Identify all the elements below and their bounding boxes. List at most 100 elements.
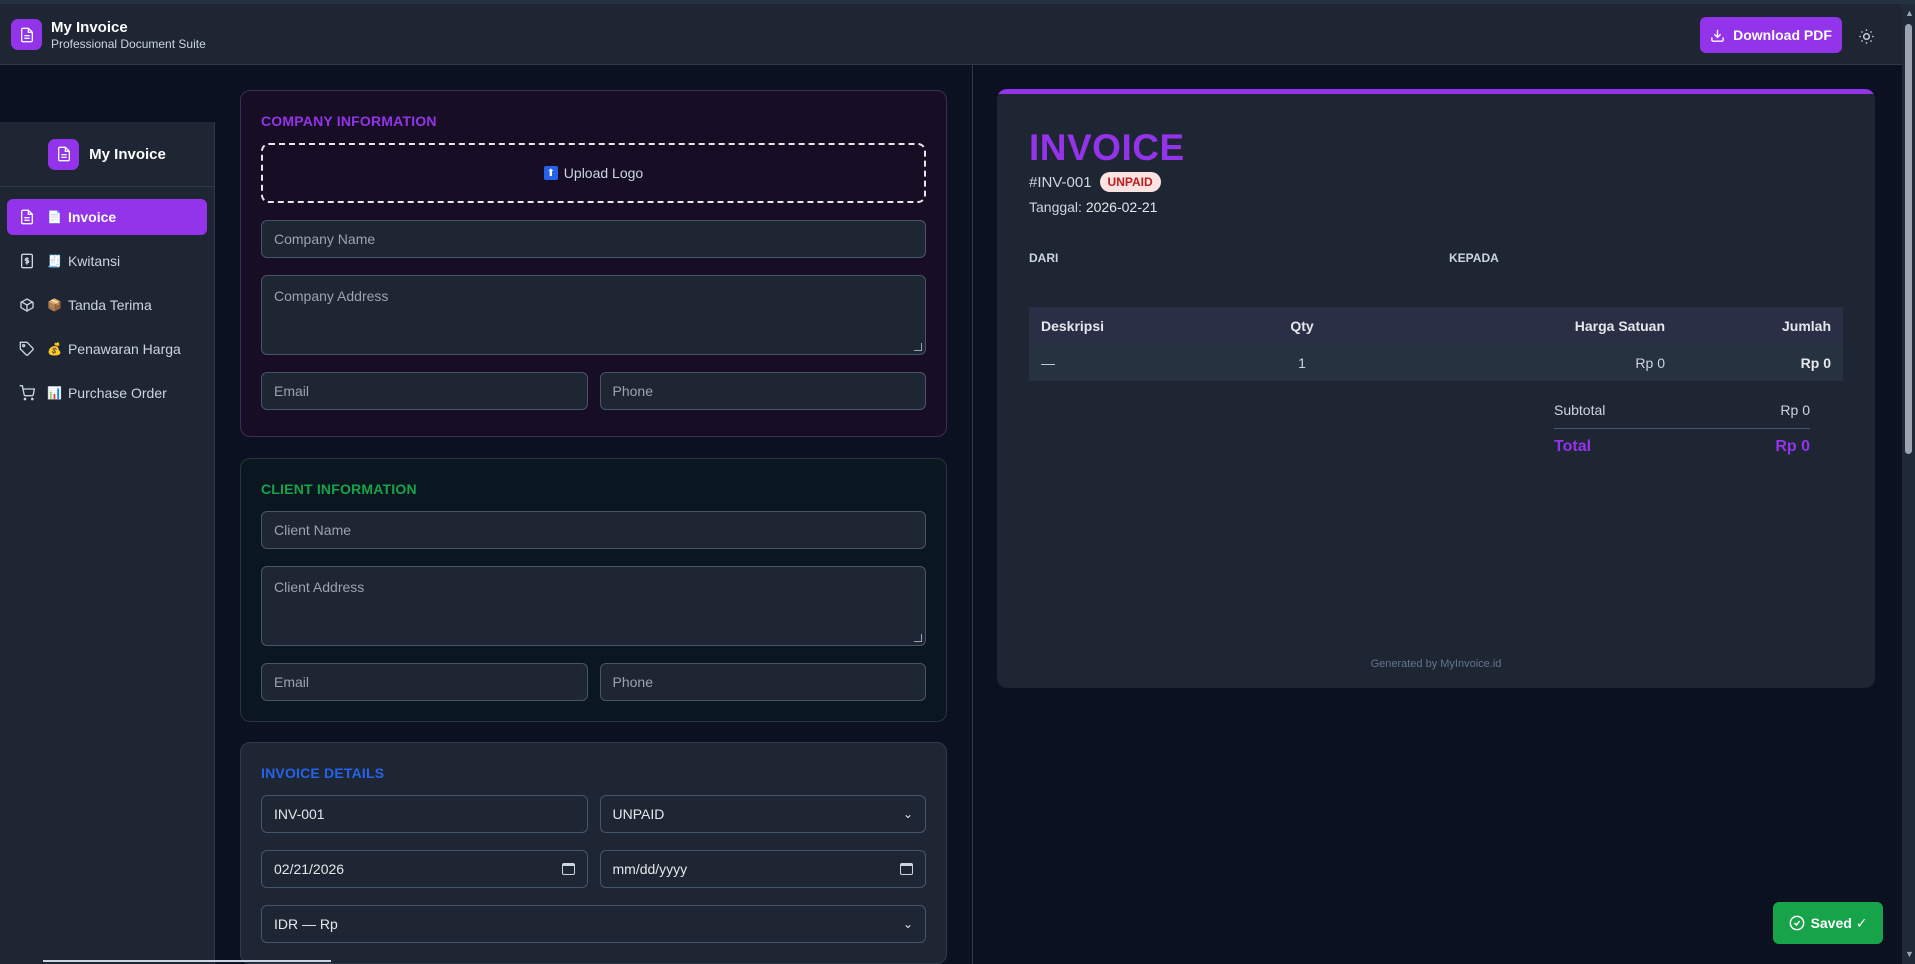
sidebar-item-label: Kwitansi	[67, 253, 121, 269]
app-subtitle: Professional Document Suite	[51, 37, 206, 51]
status-badge: UNPAID	[1099, 172, 1161, 192]
table-cell: Rp 0	[1635, 354, 1665, 371]
subtotal-row: Subtotal Rp 0	[1554, 402, 1810, 429]
chevron-down-icon: ⌄	[902, 917, 913, 931]
file-text-icon	[21, 209, 33, 225]
subtotal-value: Rp 0	[1780, 402, 1810, 418]
sidebar-item-tanda-terima[interactable]: 📦 Tanda Terima	[7, 287, 207, 323]
resize-handle-icon[interactable]	[914, 634, 922, 642]
client-phone-input[interactable]: Phone	[599, 663, 926, 701]
sidebar-item-label: Tanda Terima	[67, 297, 152, 313]
panel-divider	[972, 65, 973, 964]
table-header-cell: Deskripsi	[1041, 317, 1105, 334]
client-address-textarea[interactable]: Client Address	[261, 566, 926, 646]
currency-select[interactable]: IDR — Rp ⌄	[261, 905, 926, 943]
company-contact-row: Email Phone	[261, 372, 926, 427]
table-cell: 1	[1298, 354, 1306, 371]
download-pdf-label: Download PDF	[1733, 27, 1832, 43]
due-date-input[interactable]: mm/dd/yyyy	[599, 850, 926, 888]
scroll-down-arrow-icon[interactable]: ▼	[1905, 949, 1914, 959]
sidebar-item-kwitansi[interactable]: 🧾 Kwitansi	[7, 243, 207, 279]
client-email-input[interactable]: Email	[261, 663, 588, 701]
client-contact-row: Email Phone	[261, 663, 926, 718]
preview-number-row: #INV-001 UNPAID	[1029, 172, 1161, 192]
app-header: My Invoice Professional Document Suite D…	[0, 4, 1902, 65]
chevron-down-icon: ⌄	[902, 807, 913, 821]
preview-invoice-number: #INV-001	[1029, 173, 1092, 191]
sidebar-title: My Invoice	[89, 145, 166, 163]
invoice-date-input[interactable]: 02/21/2026	[261, 850, 588, 888]
status-select-value: UNPAID	[612, 806, 665, 822]
company-information-card: COMPANY INFORMATION ⬆ Upload Logo Compan…	[240, 90, 947, 437]
table-header-row: Deskripsi Qty Harga Satuan Jumlah	[1029, 307, 1843, 344]
receipt-dollar-icon	[21, 253, 33, 269]
client-information-card: CLIENT INFORMATION Client Name Client Ad…	[240, 458, 947, 722]
check-circle-icon	[1789, 915, 1804, 931]
money-bag-emoji-icon: 💰	[47, 342, 62, 356]
subtotal-label: Subtotal	[1554, 402, 1606, 418]
company-email-input[interactable]: Email	[261, 372, 588, 410]
saved-toast[interactable]: Saved ✓	[1773, 902, 1883, 944]
saved-toast-label: Saved ✓	[1810, 914, 1868, 931]
invoice-date-value: 02/21/2026	[274, 861, 345, 877]
sidebar-header: My Invoice	[0, 122, 214, 187]
document-icon	[57, 146, 70, 162]
total-label: Total	[1554, 438, 1592, 455]
scroll-up-arrow-icon[interactable]: ▲	[1905, 8, 1914, 18]
invoice-number-status-row: INV-001 UNPAID ⌄	[261, 795, 926, 850]
brand: My Invoice Professional Document Suite	[51, 19, 206, 52]
company-information-title: COMPANY INFORMATION	[261, 113, 437, 129]
client-information-title: CLIENT INFORMATION	[261, 481, 417, 497]
calendar-icon[interactable]	[900, 863, 913, 875]
chart-emoji-icon: 📊	[47, 386, 62, 400]
client-address-placeholder: Client Address	[274, 579, 365, 595]
preview-date-value: 2026-02-21	[1085, 199, 1158, 215]
to-label: KEPADA	[1449, 251, 1499, 265]
sidebar: My Invoice 📄 Invoice 🧾 Kwitansi 📦 Tanda …	[0, 122, 215, 964]
preview-footer: Generated by MyInvoice.id	[1370, 658, 1502, 670]
sidebar-item-label: Invoice	[67, 209, 117, 225]
company-address-placeholder: Company Address	[274, 288, 389, 304]
preview-title: INVOICE	[1029, 127, 1185, 168]
sun-icon	[1858, 28, 1874, 44]
package-icon	[20, 298, 34, 312]
preview-accent-bar	[997, 89, 1875, 94]
page-emoji-icon: 📄	[47, 210, 62, 224]
sidebar-item-label: Penawaran Harga	[67, 341, 181, 357]
calendar-icon[interactable]	[561, 863, 575, 875]
client-name-input[interactable]: Client Name	[261, 511, 926, 549]
company-address-textarea[interactable]: Company Address	[261, 275, 926, 355]
upload-logo-label: Upload Logo	[563, 165, 644, 181]
invoice-number-input[interactable]: INV-001	[261, 795, 588, 833]
items-table: Deskripsi Qty Harga Satuan Jumlah — 1 Rp…	[1029, 307, 1843, 381]
upload-icon: ⬆	[543, 166, 558, 180]
company-phone-input[interactable]: Phone	[599, 372, 926, 410]
total-value: Rp 0	[1775, 438, 1810, 455]
app-title: My Invoice	[51, 19, 128, 36]
company-name-input[interactable]: Company Name	[261, 220, 926, 258]
table-header-cell: Qty	[1290, 317, 1314, 334]
page-scrollbar[interactable]: ▲ ▼	[1902, 4, 1915, 964]
sidebar-item-purchase-order[interactable]: 📊 Purchase Order	[7, 375, 207, 411]
package-emoji-icon: 📦	[47, 298, 62, 312]
sidebar-item-invoice[interactable]: 📄 Invoice	[7, 199, 207, 235]
horizontal-scroll-indicator	[43, 960, 331, 962]
download-pdf-button[interactable]: Download PDF	[1700, 17, 1842, 53]
app-logo	[11, 19, 42, 50]
preview-date: Tanggal: 2026-02-21	[1029, 199, 1157, 215]
due-date-placeholder: mm/dd/yyyy	[612, 861, 688, 877]
sidebar-nav: 📄 Invoice 🧾 Kwitansi 📦 Tanda Terima 💰 Pe…	[0, 187, 214, 431]
upload-logo-button[interactable]: ⬆ Upload Logo	[261, 143, 926, 203]
table-header-cell: Jumlah	[1781, 317, 1831, 334]
status-select[interactable]: UNPAID ⌄	[599, 795, 926, 833]
invoice-details-card: INVOICE DETAILS INV-001 UNPAID ⌄ 02/21/2…	[240, 742, 947, 964]
sidebar-item-label: Purchase Order	[67, 385, 167, 401]
table-header-cell: Harga Satuan	[1574, 317, 1665, 334]
shopping-cart-icon	[19, 385, 35, 401]
resize-handle-icon[interactable]	[914, 343, 922, 351]
document-icon	[20, 27, 33, 42]
scroll-thumb[interactable]	[1905, 24, 1912, 454]
sidebar-item-penawaran-harga[interactable]: 💰 Penawaran Harga	[7, 331, 207, 367]
theme-toggle-button[interactable]	[1855, 25, 1877, 47]
from-label: DARI	[1029, 251, 1059, 265]
